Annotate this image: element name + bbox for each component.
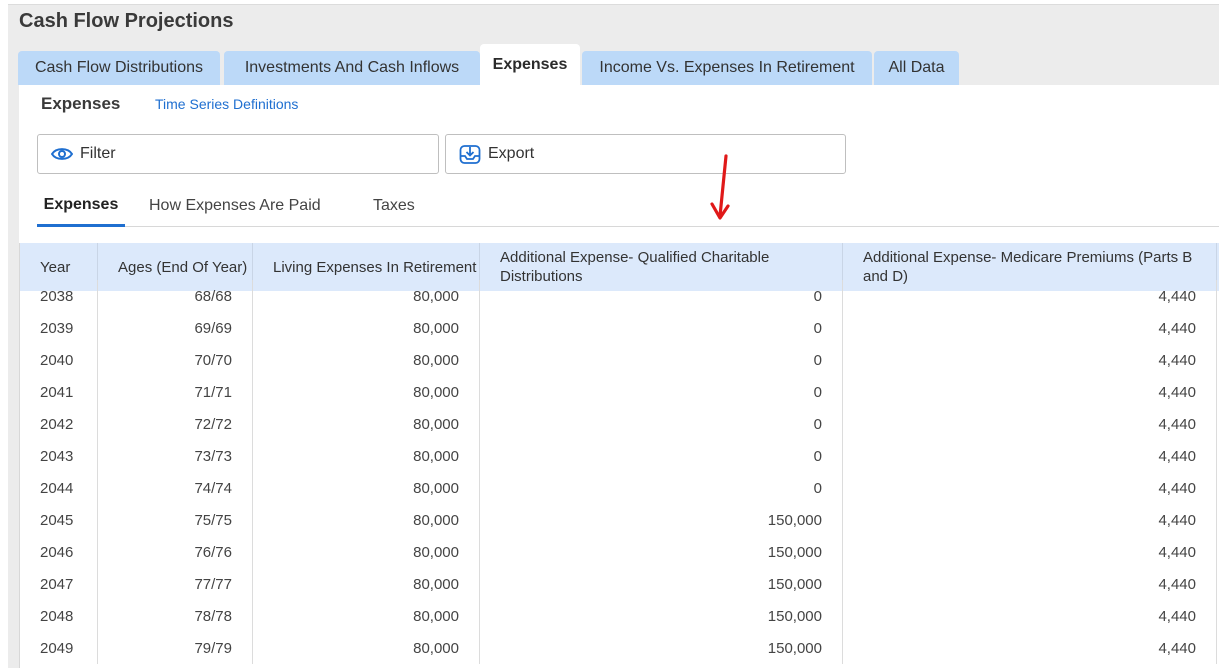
cell-ages: 72/72: [98, 408, 253, 440]
time-series-definitions-link[interactable]: Time Series Definitions: [155, 96, 298, 112]
table-row[interactable]: 2044 74/74 80,000 0 4,440: [20, 472, 1219, 504]
content-area: Expenses Time Series Definitions Filter …: [19, 85, 1219, 668]
cell-ages: 78/78: [98, 600, 253, 632]
cell-living-expenses: 80,000: [253, 632, 480, 664]
left-edge: [0, 0, 8, 668]
tab-cash-flow-distributions[interactable]: Cash Flow Distributions: [18, 51, 220, 85]
cell-ages: 73/73: [98, 440, 253, 472]
subtab-taxes[interactable]: Taxes: [373, 185, 433, 227]
cell-medicare-premiums: 4,440: [843, 536, 1217, 568]
cell-ages: 71/71: [98, 376, 253, 408]
cell-charitable-distributions: 0: [480, 440, 843, 472]
cell-year: 2046: [20, 536, 98, 568]
cell-living-expenses: 80,000: [253, 600, 480, 632]
cell-living-expenses: 80,000: [253, 568, 480, 600]
cell-living-expenses: 80,000: [253, 440, 480, 472]
cell-charitable-distributions: 0: [480, 344, 843, 376]
tab-expenses[interactable]: Expenses: [480, 44, 580, 86]
table-row[interactable]: 2042 72/72 80,000 0 4,440: [20, 408, 1219, 440]
cell-year: 2042: [20, 408, 98, 440]
subtab-expenses[interactable]: Expenses: [37, 185, 125, 227]
expenses-table: Year Ages (End Of Year) Living Expenses …: [19, 243, 1219, 668]
cell-medicare-premiums: 4,440: [843, 600, 1217, 632]
cell-charitable-distributions: 150,000: [480, 536, 843, 568]
export-tray-icon: [458, 142, 482, 166]
tab-income-vs-expenses[interactable]: Income Vs. Expenses In Retirement: [582, 51, 872, 85]
eye-icon: [50, 142, 74, 166]
cell-year: 2043: [20, 440, 98, 472]
cell-year: 2049: [20, 632, 98, 664]
export-button[interactable]: Export: [445, 134, 846, 174]
red-arrow-annotation: [700, 152, 740, 229]
cell-living-expenses: 80,000: [253, 344, 480, 376]
cell-charitable-distributions: 150,000: [480, 568, 843, 600]
cell-medicare-premiums: 4,440: [843, 312, 1217, 344]
table-row[interactable]: 2043 73/73 80,000 0 4,440: [20, 440, 1219, 472]
cell-living-expenses: 80,000: [253, 408, 480, 440]
cell-medicare-premiums: 4,440: [843, 440, 1217, 472]
cell-ages: 76/76: [98, 536, 253, 568]
table-row[interactable]: 2047 77/77 80,000 150,000 4,440: [20, 568, 1219, 600]
section-title: Expenses: [41, 94, 121, 113]
app-window: Cash Flow Projections Cash Flow Distribu…: [0, 0, 1219, 668]
cell-ages: 79/79: [98, 632, 253, 664]
table-row[interactable]: 2045 75/75 80,000 150,000 4,440: [20, 504, 1219, 536]
cell-year: 2045: [20, 504, 98, 536]
cell-medicare-premiums: 4,440: [843, 472, 1217, 504]
cell-ages: 69/69: [98, 312, 253, 344]
cell-ages: 70/70: [98, 344, 253, 376]
cell-charitable-distributions: 0: [480, 408, 843, 440]
tab-investments-and-cash-inflows[interactable]: Investments And Cash Inflows: [224, 51, 480, 85]
table-row[interactable]: 2049 79/79 80,000 150,000 4,440: [20, 632, 1219, 664]
subtab-bar: Expenses How Expenses Are Paid Taxes: [37, 185, 1219, 227]
cell-medicare-premiums: 4,440: [843, 280, 1217, 312]
cell-charitable-distributions: 0: [480, 280, 843, 312]
cell-medicare-premiums: 4,440: [843, 504, 1217, 536]
cell-year: 2047: [20, 568, 98, 600]
cell-year: 2048: [20, 600, 98, 632]
table-row[interactable]: 2041 71/71 80,000 0 4,440: [20, 376, 1219, 408]
export-label: Export: [488, 145, 535, 162]
table-row[interactable]: 2038 68/68 80,000 0 4,440: [20, 280, 1219, 312]
cell-living-expenses: 80,000: [253, 472, 480, 504]
table-row[interactable]: 2040 70/70 80,000 0 4,440: [20, 344, 1219, 376]
cell-charitable-distributions: 150,000: [480, 504, 843, 536]
subtab-how-expenses-are-paid[interactable]: How Expenses Are Paid: [149, 185, 355, 227]
table-row[interactable]: 2048 78/78 80,000 150,000 4,440: [20, 600, 1219, 632]
cell-year: 2040: [20, 344, 98, 376]
cell-charitable-distributions: 0: [480, 472, 843, 504]
cell-ages: 74/74: [98, 472, 253, 504]
filter-label: Filter: [80, 145, 116, 162]
cell-living-expenses: 80,000: [253, 536, 480, 568]
cell-medicare-premiums: 4,440: [843, 568, 1217, 600]
cell-medicare-premiums: 4,440: [843, 344, 1217, 376]
cell-charitable-distributions: 0: [480, 312, 843, 344]
cell-year: 2038: [20, 280, 98, 312]
cell-living-expenses: 80,000: [253, 312, 480, 344]
filter-button[interactable]: Filter: [37, 134, 439, 174]
page-title: Cash Flow Projections: [19, 10, 234, 32]
table-row[interactable]: 2046 76/76 80,000 150,000 4,440: [20, 536, 1219, 568]
cell-ages: 77/77: [98, 568, 253, 600]
tab-all-data[interactable]: All Data: [874, 51, 959, 85]
cell-ages: 75/75: [98, 504, 253, 536]
cell-living-expenses: 80,000: [253, 376, 480, 408]
cell-living-expenses: 80,000: [253, 280, 480, 312]
cell-charitable-distributions: 0: [480, 376, 843, 408]
cell-year: 2044: [20, 472, 98, 504]
cell-ages: 68/68: [98, 280, 253, 312]
cell-year: 2039: [20, 312, 98, 344]
table-row[interactable]: 2039 69/69 80,000 0 4,440: [20, 312, 1219, 344]
cell-medicare-premiums: 4,440: [843, 632, 1217, 664]
cell-living-expenses: 80,000: [253, 504, 480, 536]
cell-medicare-premiums: 4,440: [843, 376, 1217, 408]
cell-year: 2041: [20, 376, 98, 408]
cell-medicare-premiums: 4,440: [843, 408, 1217, 440]
cell-charitable-distributions: 150,000: [480, 600, 843, 632]
cell-charitable-distributions: 150,000: [480, 632, 843, 664]
